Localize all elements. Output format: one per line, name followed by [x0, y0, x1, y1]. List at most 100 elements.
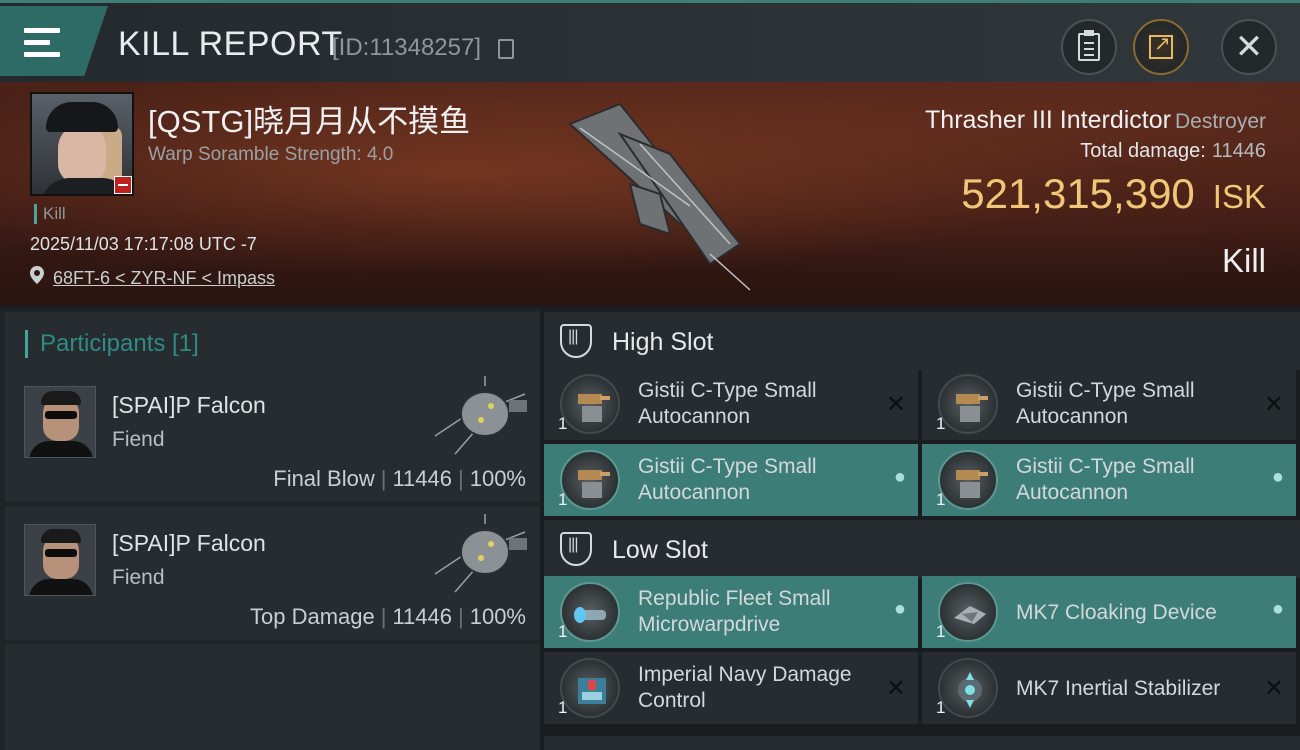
- module-item[interactable]: 1 MK7 Cloaking Device ●: [922, 576, 1296, 648]
- ship-type: Thrasher III Interdictor: [925, 106, 1171, 134]
- participant-stats: Final Blow | 11446 | 100%: [273, 466, 526, 491]
- module-qty: 1: [936, 490, 946, 509]
- participant-percent: 100%: [469, 604, 526, 629]
- kill-tag: Kill: [34, 204, 66, 224]
- copy-icon[interactable]: [498, 39, 514, 59]
- dropped-person-icon: ●: [893, 598, 906, 620]
- module-name: MK7 Inertial Stabilizer: [1016, 677, 1221, 700]
- module-qty: 1: [936, 698, 946, 717]
- warp-scramble-strength: Warp Soramble Strength: 4.0: [148, 144, 394, 165]
- low-slot-icon: [560, 532, 592, 566]
- low-slot-header: Low Slot: [544, 520, 1300, 578]
- participant-name: [SPAI]P Falcon: [112, 530, 266, 556]
- dropped-person-icon: ●: [1271, 598, 1284, 620]
- page-title: KILL REPORT: [118, 25, 343, 63]
- module-item[interactable]: 1 MK7 Inertial Stabilizer ✕: [922, 652, 1296, 724]
- total-damage: Total damage: 11446: [1080, 140, 1266, 163]
- isk-value: 521,315,390 ISK: [961, 170, 1266, 218]
- participant-row[interactable]: [SPAI]P Falcon Fiend Final Blow | 11446 | 10…: [5, 368, 540, 502]
- autocannon-icon: [938, 374, 998, 434]
- module-item[interactable]: 1 Gistii C-Type Small Autocannon ✕: [922, 368, 1296, 440]
- ship-class: Destroyer: [1174, 110, 1266, 133]
- low-slot-title: Low Slot: [612, 536, 708, 564]
- participant-percent: 100%: [469, 466, 526, 491]
- location-pin-icon: [30, 266, 44, 284]
- autocannon-icon: [560, 374, 620, 434]
- module-qty: 1: [558, 698, 568, 717]
- module-name: Gistii C-Type Small Autocannon: [638, 379, 817, 428]
- module-name: Gistii C-Type Small Autocannon: [638, 455, 817, 504]
- destroyed-icon: ✕: [885, 391, 906, 418]
- module-name: Imperial Navy Damage Control: [638, 663, 852, 712]
- total-damage-label: Total damage:: [1080, 140, 1206, 162]
- kill-datetime: 2025/11/03 17:17:08 UTC -7: [30, 234, 257, 254]
- location-link[interactable]: 68FT-6 < ZYR-NF < Impass: [53, 268, 275, 289]
- share-button[interactable]: [1133, 19, 1189, 75]
- standing-badge: [114, 176, 132, 194]
- damage-control-icon: [560, 658, 620, 718]
- module-qty: 1: [936, 622, 946, 641]
- participant-ship: Fiend: [112, 428, 165, 451]
- menu-icon: [24, 28, 60, 58]
- close-button[interactable]: ✕: [1221, 19, 1277, 75]
- module-name: MK7 Cloaking Device: [1016, 601, 1217, 624]
- module-item[interactable]: 1 Gistii C-Type Small Autocannon ●: [922, 444, 1296, 516]
- next-slot-header-partial: [544, 736, 1300, 750]
- participant-damage: 11446: [392, 466, 452, 491]
- dropped-person-icon: ●: [1271, 466, 1284, 488]
- module-item[interactable]: 1 Imperial Navy Damage Control ✕: [544, 652, 918, 724]
- victim-name: [QSTG]晓月月从不摸鱼: [148, 104, 471, 139]
- module-name: Republic Fleet Small Microwarpdrive: [638, 587, 831, 636]
- clipboard-icon: [1078, 30, 1100, 61]
- module-item[interactable]: 1 Gistii C-Type Small Autocannon ✕: [544, 368, 918, 440]
- participants-header: Participants [1]: [5, 312, 540, 372]
- module-name: Gistii C-Type Small Autocannon: [1016, 455, 1195, 504]
- autocannon-icon: [938, 450, 998, 510]
- participants-panel: Participants [1] [SPAI]P Falcon Fiend Fi…: [0, 308, 540, 750]
- menu-button[interactable]: [0, 6, 108, 76]
- top-bar: KILL REPORT [ID:11348257] ✕: [0, 0, 1300, 82]
- isk-amount: 521,315,390: [961, 170, 1195, 217]
- destroyed-icon: ✕: [1263, 391, 1284, 418]
- high-slot-header: High Slot: [544, 312, 1300, 370]
- module-qty: 1: [558, 622, 568, 641]
- isk-unit: ISK: [1212, 178, 1266, 215]
- module-qty: 1: [558, 490, 568, 509]
- module-qty: 1: [558, 414, 568, 433]
- fitting-panel: High Slot 1 Gistii C-Type Small Autocann…: [544, 308, 1300, 750]
- participant-row[interactable]: [SPAI]P Falcon Fiend Top Damage | 11446 | 10…: [5, 506, 540, 640]
- autocannon-icon: [560, 450, 620, 510]
- high-slot-icon: [560, 324, 592, 358]
- participants-title: Participants [1]: [25, 330, 199, 358]
- dropped-person-icon: ●: [893, 466, 906, 488]
- participant-stats: Top Damage | 11446 | 100%: [249, 604, 526, 629]
- participant-avatar[interactable]: [24, 524, 96, 596]
- participant-avatar[interactable]: [24, 386, 96, 458]
- clipboard-button[interactable]: [1061, 19, 1117, 75]
- participant-ship-icon: [434, 376, 527, 455]
- cloaking-device-icon: [938, 582, 998, 642]
- participant-damage: 11446: [392, 604, 452, 629]
- participant-ship: Fiend: [112, 566, 165, 589]
- module-qty: 1: [936, 414, 946, 433]
- module-name: Gistii C-Type Small Autocannon: [1016, 379, 1195, 428]
- module-item[interactable]: 1 Republic Fleet Small Microwarpdrive ●: [544, 576, 918, 648]
- ship-render: [568, 102, 751, 291]
- inertial-stabilizer-icon: [938, 658, 998, 718]
- participant-name: [SPAI]P Falcon: [112, 392, 266, 418]
- outcome-label: Kill: [1221, 242, 1266, 279]
- destroyed-icon: ✕: [1263, 675, 1284, 702]
- microwarpdrive-icon: [560, 582, 620, 642]
- high-slot-title: High Slot: [612, 328, 714, 356]
- total-damage-value: 11446: [1211, 140, 1266, 162]
- ship-name: Thrasher III Interdictor Destroyer: [925, 106, 1266, 135]
- participant-role: Final Blow: [273, 466, 375, 491]
- share-icon: [1149, 31, 1173, 59]
- participant-role: Top Damage: [249, 604, 375, 629]
- close-icon: ✕: [1234, 28, 1264, 66]
- module-item[interactable]: 1 Gistii C-Type Small Autocannon ●: [544, 444, 918, 516]
- destroyed-icon: ✕: [885, 675, 906, 702]
- participants-empty-area: [5, 644, 540, 750]
- victim-summary: Kill [QSTG]晓月月从不摸鱼 Warp Soramble Strengt…: [0, 82, 1300, 306]
- participant-ship-icon: [434, 514, 527, 593]
